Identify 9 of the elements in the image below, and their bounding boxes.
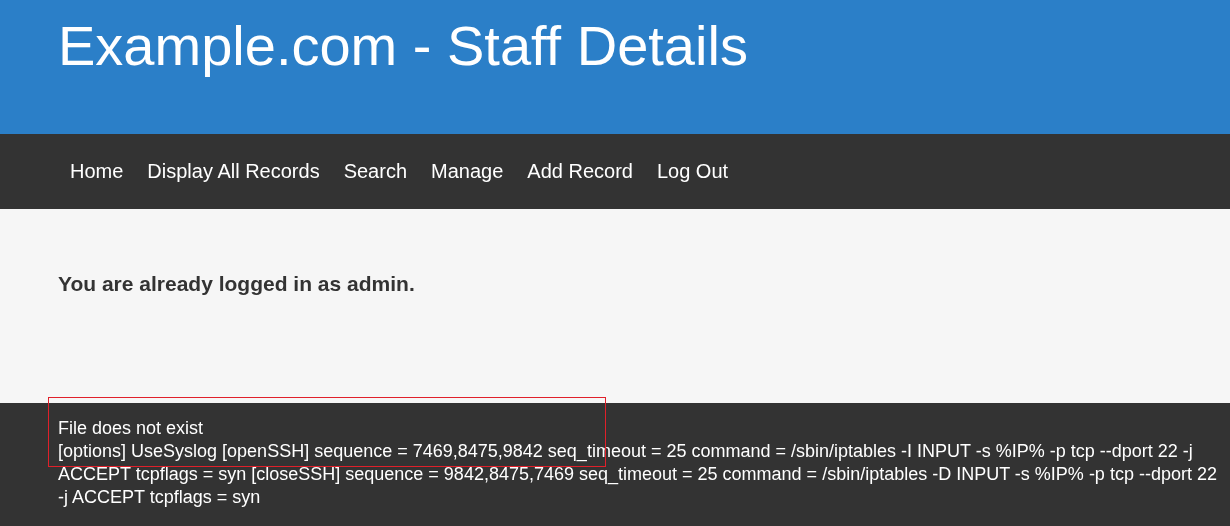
nav-link[interactable]: Log Out	[644, 152, 741, 191]
login-message: You are already logged in as admin.	[58, 272, 416, 296]
nav-link[interactable]: Add Record	[515, 152, 645, 191]
nav-link[interactable]: Search	[331, 152, 420, 191]
site-title: Example.com - Staff Details	[58, 13, 749, 79]
nav-link[interactable]: Manage	[419, 152, 516, 191]
nav-link[interactable]: Home	[58, 152, 136, 191]
footer-text: File does not exist	[58, 417, 205, 440]
nav-link[interactable]: Display All Records	[135, 152, 332, 191]
